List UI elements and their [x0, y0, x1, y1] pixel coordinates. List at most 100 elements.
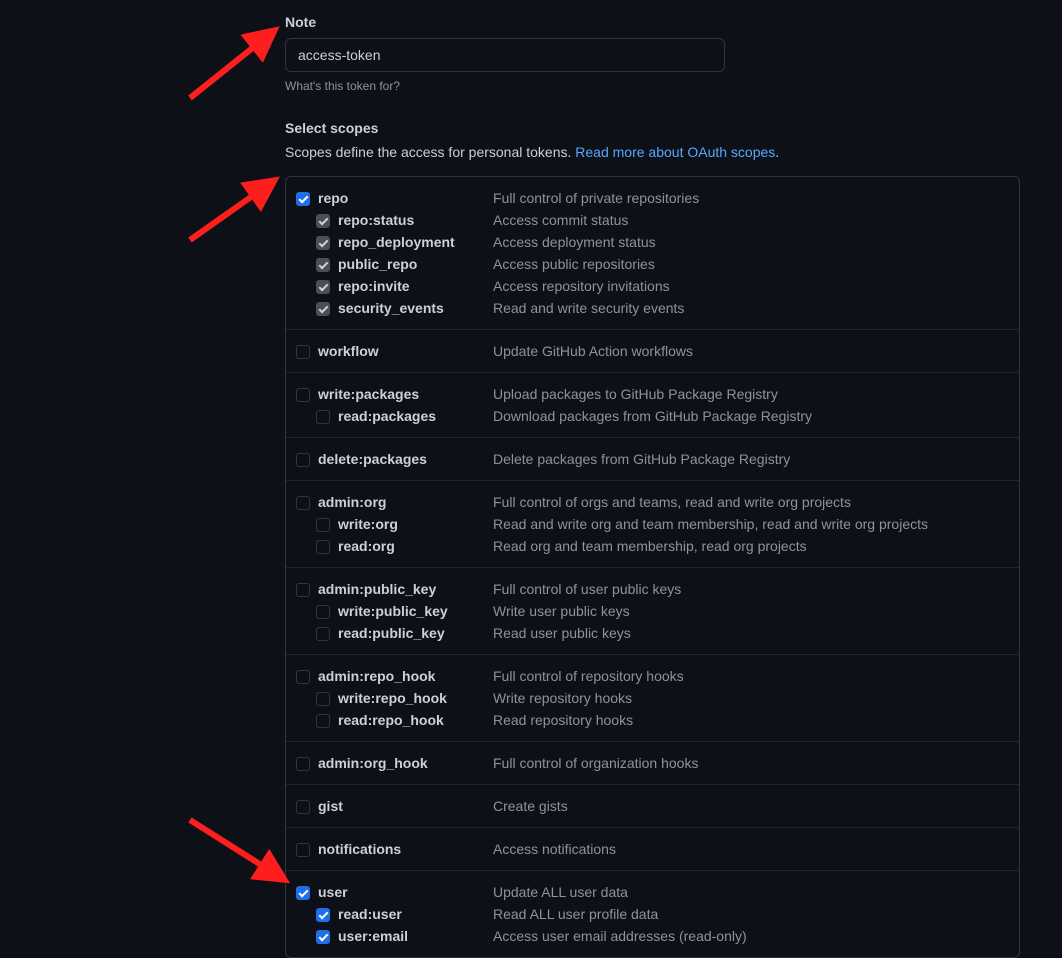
- scope-group: admin:orgFull control of orgs and teams,…: [286, 480, 1019, 567]
- scope-name[interactable]: read:packages: [338, 408, 493, 424]
- scope-name[interactable]: write:org: [338, 516, 493, 532]
- scope-name[interactable]: repo_deployment: [338, 234, 493, 250]
- scope-row: read:userRead ALL user profile data: [296, 903, 1009, 925]
- scope-row: admin:orgFull control of orgs and teams,…: [296, 491, 1009, 513]
- scope-name[interactable]: write:packages: [318, 386, 493, 402]
- scope-checkbox-workflow[interactable]: [296, 345, 310, 359]
- scope-description: Read and write org and team membership, …: [493, 516, 928, 532]
- scope-name[interactable]: read:user: [338, 906, 493, 922]
- scope-name[interactable]: write:repo_hook: [338, 690, 493, 706]
- scope-name[interactable]: repo: [318, 190, 493, 206]
- scope-description: Read org and team membership, read org p…: [493, 538, 807, 554]
- scope-row: read:packagesDownload packages from GitH…: [296, 405, 1009, 427]
- scope-description: Full control of private repositories: [493, 190, 699, 206]
- scope-row: gistCreate gists: [296, 795, 1009, 817]
- scope-checkbox-write-org[interactable]: [316, 518, 330, 532]
- scope-row: notificationsAccess notifications: [296, 838, 1009, 860]
- scope-group: repoFull control of private repositories…: [286, 177, 1019, 329]
- scope-checkbox-read-user[interactable]: [316, 908, 330, 922]
- scope-group: write:packagesUpload packages to GitHub …: [286, 372, 1019, 437]
- scope-name[interactable]: admin:org: [318, 494, 493, 510]
- scope-name[interactable]: delete:packages: [318, 451, 493, 467]
- scope-description: Full control of repository hooks: [493, 668, 684, 684]
- scope-description: Full control of user public keys: [493, 581, 681, 597]
- scope-description: Delete packages from GitHub Package Regi…: [493, 451, 790, 467]
- scope-checkbox-write-public-key[interactable]: [316, 605, 330, 619]
- scope-row: read:repo_hookRead repository hooks: [296, 709, 1009, 731]
- scope-row: repo:statusAccess commit status: [296, 209, 1009, 231]
- scope-row: repo:inviteAccess repository invitations: [296, 275, 1009, 297]
- scope-description: Download packages from GitHub Package Re…: [493, 408, 812, 424]
- scope-checkbox-admin-org[interactable]: [296, 496, 310, 510]
- oauth-scopes-link[interactable]: Read more about OAuth scopes: [575, 144, 775, 160]
- scope-name[interactable]: repo:status: [338, 212, 493, 228]
- scope-name[interactable]: user:email: [338, 928, 493, 944]
- scope-checkbox-read-public-key[interactable]: [316, 627, 330, 641]
- scope-name[interactable]: notifications: [318, 841, 493, 857]
- scope-checkbox-notifications[interactable]: [296, 843, 310, 857]
- scope-checkbox-user[interactable]: [296, 886, 310, 900]
- scope-name[interactable]: admin:repo_hook: [318, 668, 493, 684]
- scope-checkbox-security-events[interactable]: [316, 302, 330, 316]
- note-help-text: What's this token for?: [285, 79, 1020, 93]
- scope-description: Read user public keys: [493, 625, 631, 641]
- scope-checkbox-delete-packages[interactable]: [296, 453, 310, 467]
- scope-row: write:public_keyWrite user public keys: [296, 600, 1009, 622]
- scope-description: Update GitHub Action workflows: [493, 343, 693, 359]
- scope-description: Update ALL user data: [493, 884, 628, 900]
- scope-name[interactable]: admin:org_hook: [318, 755, 493, 771]
- scope-name[interactable]: read:repo_hook: [338, 712, 493, 728]
- scope-description: Read repository hooks: [493, 712, 633, 728]
- scope-description: Access commit status: [493, 212, 628, 228]
- scope-checkbox-repo-invite[interactable]: [316, 280, 330, 294]
- scope-checkbox-read-packages[interactable]: [316, 410, 330, 424]
- scope-row: workflowUpdate GitHub Action workflows: [296, 340, 1009, 362]
- scope-name[interactable]: write:public_key: [338, 603, 493, 619]
- scope-group: admin:org_hookFull control of organizati…: [286, 741, 1019, 784]
- scope-checkbox-repo-status[interactable]: [316, 214, 330, 228]
- scope-row: admin:org_hookFull control of organizati…: [296, 752, 1009, 774]
- scope-description: Write user public keys: [493, 603, 630, 619]
- scope-name[interactable]: workflow: [318, 343, 493, 359]
- scope-group: delete:packagesDelete packages from GitH…: [286, 437, 1019, 480]
- scope-description: Access notifications: [493, 841, 616, 857]
- scope-description: Access public repositories: [493, 256, 655, 272]
- scope-checkbox-write-repo-hook[interactable]: [316, 692, 330, 706]
- scope-checkbox-admin-public-key[interactable]: [296, 583, 310, 597]
- scope-name[interactable]: security_events: [338, 300, 493, 316]
- scope-name[interactable]: repo:invite: [338, 278, 493, 294]
- scope-name[interactable]: gist: [318, 798, 493, 814]
- scope-checkbox-read-org[interactable]: [316, 540, 330, 554]
- scope-checkbox-read-repo-hook[interactable]: [316, 714, 330, 728]
- scope-row: admin:public_keyFull control of user pub…: [296, 578, 1009, 600]
- scope-group: admin:repo_hookFull control of repositor…: [286, 654, 1019, 741]
- note-input[interactable]: [285, 38, 725, 72]
- scope-description: Access user email addresses (read-only): [493, 928, 747, 944]
- scope-name[interactable]: user: [318, 884, 493, 900]
- scope-checkbox-repo[interactable]: [296, 192, 310, 206]
- scope-checkbox-admin-org-hook[interactable]: [296, 757, 310, 771]
- select-scopes-heading: Select scopes: [285, 120, 1020, 136]
- scope-name[interactable]: read:public_key: [338, 625, 493, 641]
- scope-row: user:emailAccess user email addresses (r…: [296, 925, 1009, 947]
- scope-name[interactable]: admin:public_key: [318, 581, 493, 597]
- scope-checkbox-admin-repo-hook[interactable]: [296, 670, 310, 684]
- scope-row: repoFull control of private repositories: [296, 187, 1009, 209]
- scope-checkbox-repo-deployment[interactable]: [316, 236, 330, 250]
- note-label: Note: [285, 14, 1020, 30]
- scope-row: write:packagesUpload packages to GitHub …: [296, 383, 1009, 405]
- scope-description: Access deployment status: [493, 234, 656, 250]
- scope-group: admin:public_keyFull control of user pub…: [286, 567, 1019, 654]
- scope-name[interactable]: public_repo: [338, 256, 493, 272]
- scope-checkbox-user-email[interactable]: [316, 930, 330, 944]
- scope-row: userUpdate ALL user data: [296, 881, 1009, 903]
- scope-checkbox-write-packages[interactable]: [296, 388, 310, 402]
- scope-row: admin:repo_hookFull control of repositor…: [296, 665, 1009, 687]
- scope-row: repo_deploymentAccess deployment status: [296, 231, 1009, 253]
- scope-group: userUpdate ALL user dataread:userRead AL…: [286, 870, 1019, 957]
- scope-group: workflowUpdate GitHub Action workflows: [286, 329, 1019, 372]
- scope-name[interactable]: read:org: [338, 538, 493, 554]
- scope-row: read:public_keyRead user public keys: [296, 622, 1009, 644]
- scope-checkbox-gist[interactable]: [296, 800, 310, 814]
- scope-checkbox-public-repo[interactable]: [316, 258, 330, 272]
